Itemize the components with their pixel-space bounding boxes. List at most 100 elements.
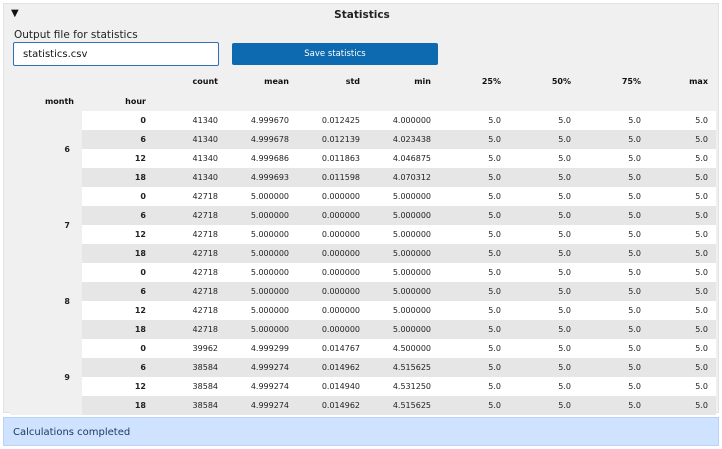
table-cell: 5.000000 — [368, 301, 439, 320]
table-cell: 5.0 — [579, 320, 649, 339]
table-cell: 5.0 — [509, 225, 579, 244]
table-cell: 38584 — [154, 377, 226, 396]
table-cell: 4.999670 — [226, 111, 297, 130]
table-cell: 5.0 — [439, 339, 509, 358]
table-cell: 42718 — [154, 320, 226, 339]
table-cell: 5.0 — [649, 320, 716, 339]
hour-index-cell: 0 — [82, 263, 154, 282]
table-cell: 5.0 — [579, 206, 649, 225]
table-cell: 5.0 — [439, 358, 509, 377]
table-cell: 5.0 — [439, 130, 509, 149]
table-cell: 5.0 — [579, 130, 649, 149]
table-cell: 5.0 — [509, 396, 579, 415]
table-cell: 0.000000 — [297, 187, 368, 206]
table-cell: 5.000000 — [226, 263, 297, 282]
table-row: 6 38584 4.999274 0.014962 4.515625 5.0 5.0 5.0 5… — [10, 358, 716, 377]
table-cell: 41340 — [154, 168, 226, 187]
table-cell: 0.000000 — [297, 301, 368, 320]
table-cell: 4.531250 — [368, 377, 439, 396]
status-text: Calculations completed — [13, 427, 131, 438]
table-cell: 5.0 — [439, 320, 509, 339]
hour-index-cell: 18 — [82, 320, 154, 339]
table-cell: 5.0 — [439, 377, 509, 396]
table-cell: 5.0 — [439, 263, 509, 282]
statistics-table: count mean std min 25% 50% 75% max month… — [10, 70, 716, 415]
table-cell: 41340 — [154, 111, 226, 130]
table-cell: 5.0 — [439, 244, 509, 263]
table-cell: 0.014962 — [297, 396, 368, 415]
table-row: 18 41340 4.999693 0.011598 4.070312 5.0 5.0 5.0… — [10, 168, 716, 187]
hour-index-cell: 6 — [82, 282, 154, 301]
column-header: 50% — [551, 76, 571, 86]
table-cell: 5.0 — [649, 358, 716, 377]
table-cell: 5.0 — [649, 244, 716, 263]
table-cell: 5.0 — [509, 320, 579, 339]
table-cell: 5.0 — [649, 396, 716, 415]
table-cell: 5.000000 — [368, 244, 439, 263]
output-file-label: Output file for statistics — [14, 29, 138, 41]
table-cell: 4.046875 — [368, 149, 439, 168]
table-cell: 5.0 — [509, 206, 579, 225]
table-cell: 4.999274 — [226, 358, 297, 377]
table-cell: 5.0 — [439, 301, 509, 320]
panel-header[interactable]: ▼ Statistics — [4, 4, 720, 26]
table-cell: 4.500000 — [368, 339, 439, 358]
table-cell: 5.0 — [649, 225, 716, 244]
table-cell: 5.0 — [439, 149, 509, 168]
table-cell: 5.000000 — [226, 225, 297, 244]
table-cell: 4.999274 — [226, 377, 297, 396]
table-cell: 42718 — [154, 225, 226, 244]
column-header: mean — [264, 76, 289, 86]
table-cell: 4.999686 — [226, 149, 297, 168]
table-cell: 42718 — [154, 187, 226, 206]
table-cell: 0.011598 — [297, 168, 368, 187]
table-cell: 5.0 — [649, 206, 716, 225]
table-cell: 5.0 — [509, 301, 579, 320]
table-cell: 5.0 — [579, 149, 649, 168]
table-row: 18 42718 5.000000 0.000000 5.000000 5.0 5.0 5.0… — [10, 244, 716, 263]
index-header-hour: hour — [125, 97, 146, 106]
table-cell: 0.011863 — [297, 149, 368, 168]
table-cell: 5.0 — [509, 111, 579, 130]
table-cell: 38584 — [154, 396, 226, 415]
table-cell: 4.070312 — [368, 168, 439, 187]
table-cell: 42718 — [154, 244, 226, 263]
table-cell: 4.023438 — [368, 130, 439, 149]
table-cell: 5.0 — [439, 187, 509, 206]
table-cell: 5.0 — [579, 187, 649, 206]
table-cell: 5.0 — [509, 339, 579, 358]
table-row: 6 41340 4.999678 0.012139 4.023438 5.0 5.0 5.0 5… — [10, 130, 716, 149]
table-row: 12 42718 5.000000 0.000000 5.000000 5.0 5.0 5.0… — [10, 225, 716, 244]
table-row: 8 0 42718 5.000000 0.000000 5.000000 5.0 5.0 5.0… — [10, 263, 716, 339]
output-file-input[interactable] — [13, 42, 219, 66]
table-cell: 5.000000 — [368, 263, 439, 282]
table-row: 12 41340 4.999686 0.011863 4.046875 5.0 5.0 5.0… — [10, 149, 716, 168]
hour-index-cell: 6 — [82, 130, 154, 149]
table-cell: 5.0 — [579, 301, 649, 320]
table-cell: 5.0 — [649, 301, 716, 320]
table-cell: 42718 — [154, 282, 226, 301]
table-row: 12 38584 4.999274 0.014940 4.531250 5.0 5.0 5.0… — [10, 377, 716, 396]
table-cell: 5.0 — [579, 358, 649, 377]
hour-index-cell: 12 — [82, 225, 154, 244]
table-row: 6 0 41340 4.999670 0.012425 4.000000 5.0 5.0 5.0… — [10, 111, 716, 187]
table-cell: 5.000000 — [368, 206, 439, 225]
save-statistics-button[interactable]: Save statistics — [232, 43, 438, 65]
table-cell: 42718 — [154, 206, 226, 225]
table-cell: 5.000000 — [226, 187, 297, 206]
table-cell: 5.0 — [649, 130, 716, 149]
table-cell: 5.000000 — [368, 187, 439, 206]
table-cell: 5.0 — [649, 263, 716, 282]
statistics-panel: ▼ Statistics Output file for statistics … — [3, 3, 720, 415]
table-cell: 5.000000 — [368, 282, 439, 301]
hour-index-cell: 18 — [82, 396, 154, 415]
table-cell: 5.000000 — [226, 301, 297, 320]
hour-index-cell: 0 — [82, 339, 154, 358]
table-cell: 5.0 — [439, 111, 509, 130]
table-cell: 5.000000 — [226, 206, 297, 225]
table-row: 7 0 42718 5.000000 0.000000 5.000000 5.0 5.0 5.0… — [10, 187, 716, 263]
table-row: 18 38584 4.999274 0.014962 4.515625 5.0 5.0 5.0… — [10, 396, 716, 415]
table-cell: 5.0 — [649, 111, 716, 130]
month-index-cell: 9 — [10, 339, 82, 415]
table-cell: 39962 — [154, 339, 226, 358]
